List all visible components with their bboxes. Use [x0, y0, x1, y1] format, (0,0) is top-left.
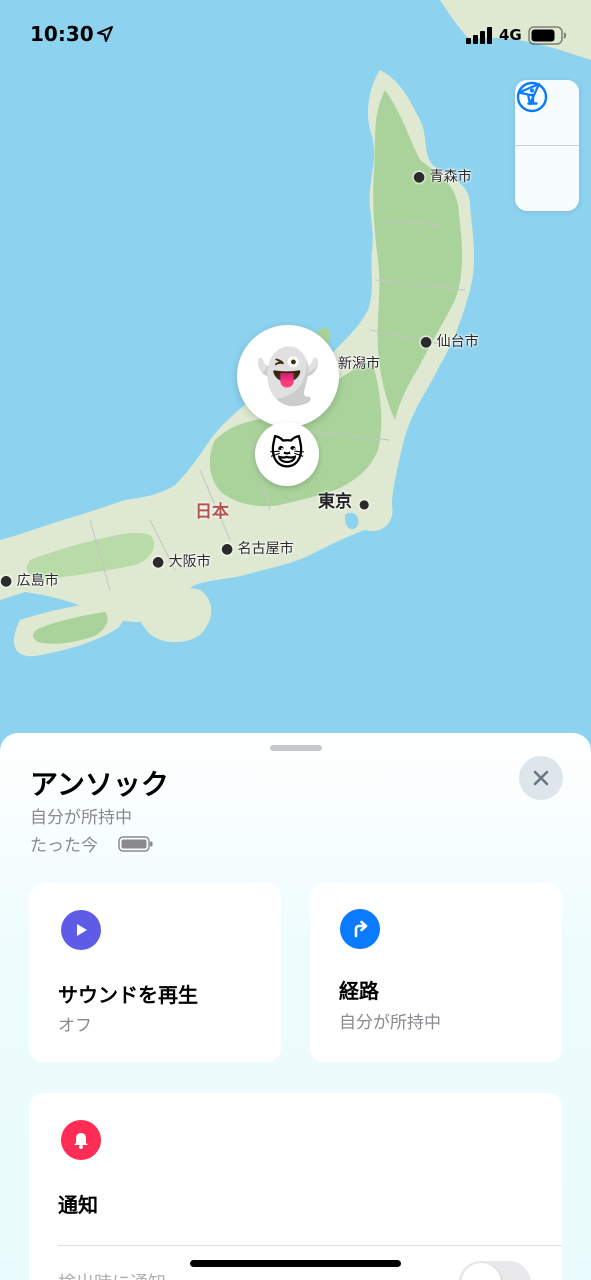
turn-arrow-icon [354, 920, 368, 938]
battery-icon [528, 26, 567, 45]
notifications-title: 通知 [58, 1193, 98, 1217]
last-seen-time: たった今 [30, 836, 98, 856]
item-battery-icon [118, 836, 153, 852]
notifications-divider [58, 1245, 562, 1246]
play-sound-card[interactable]: サウンドを再生 オフ [29, 883, 281, 1062]
city-aomori[interactable]: ● 青森市 [413, 166, 472, 186]
item-detail-sheet: アンソック 自分が所持中 たった今 サウンドを再生 オフ 経路 自分が所持中 通… [0, 733, 591, 1280]
city-tokyo[interactable]: 東京 [318, 487, 352, 512]
status-time: 10:30 [30, 22, 94, 46]
play-sound-title: サウンドを再生 [58, 983, 198, 1007]
directions-subtitle: 自分が所持中 [339, 1013, 441, 1033]
tokyo-dot: ● [359, 497, 370, 511]
ghost-emoji-icon: 👻 [255, 346, 321, 407]
city-osaka[interactable]: ● 大阪市 [152, 551, 211, 571]
cellular-signal-icon [466, 27, 492, 44]
play-sound-subtitle: オフ [58, 1016, 92, 1036]
sheet-grabber[interactable] [270, 745, 322, 751]
network-type: 4G [499, 26, 522, 44]
map-view[interactable]: ● 青森市 ● 仙台市 新潟市 東京 ● ● 名古屋市 ● 大阪市 ● 広島市 … [0, 0, 591, 760]
country-label: 日本 [195, 502, 229, 522]
toggle-knob [461, 1263, 501, 1280]
directions-title: 経路 [339, 979, 379, 1003]
notifications-icon-bg [61, 1120, 101, 1160]
city-sendai[interactable]: ● 仙台市 [420, 331, 479, 351]
home-indicator[interactable] [190, 1260, 401, 1267]
owner-status: 自分が所持中 [30, 808, 132, 828]
city-niigata[interactable]: 新潟市 [338, 353, 380, 373]
my-location-button[interactable] [515, 82, 579, 211]
play-sound-icon-bg [61, 910, 101, 950]
directions-icon-bg [340, 909, 380, 949]
cat-emoji-icon: 😺 [269, 434, 305, 474]
close-button[interactable] [519, 756, 563, 800]
item-title: アンソック [30, 768, 169, 801]
notifications-card: 通知 検出時に通知 [29, 1093, 562, 1280]
city-hiroshima[interactable]: ● 広島市 [0, 570, 59, 590]
city-nagoya[interactable]: ● 名古屋市 [221, 538, 294, 558]
play-icon [77, 924, 87, 936]
status-bar: 10:30 4G [0, 0, 591, 70]
close-icon [533, 770, 549, 786]
location-services-icon [97, 26, 113, 42]
directions-card[interactable]: 経路 自分が所持中 [310, 883, 562, 1062]
notify-when-found-label: 検出時に通知 [58, 1269, 166, 1280]
cat-item-pin[interactable]: 😺 [255, 422, 319, 486]
ghost-item-pin[interactable]: 👻 [237, 325, 339, 427]
location-arrow-icon [517, 82, 541, 106]
map-controls [515, 80, 579, 211]
bell-icon [74, 1133, 88, 1149]
notify-when-found-toggle[interactable] [459, 1261, 531, 1280]
